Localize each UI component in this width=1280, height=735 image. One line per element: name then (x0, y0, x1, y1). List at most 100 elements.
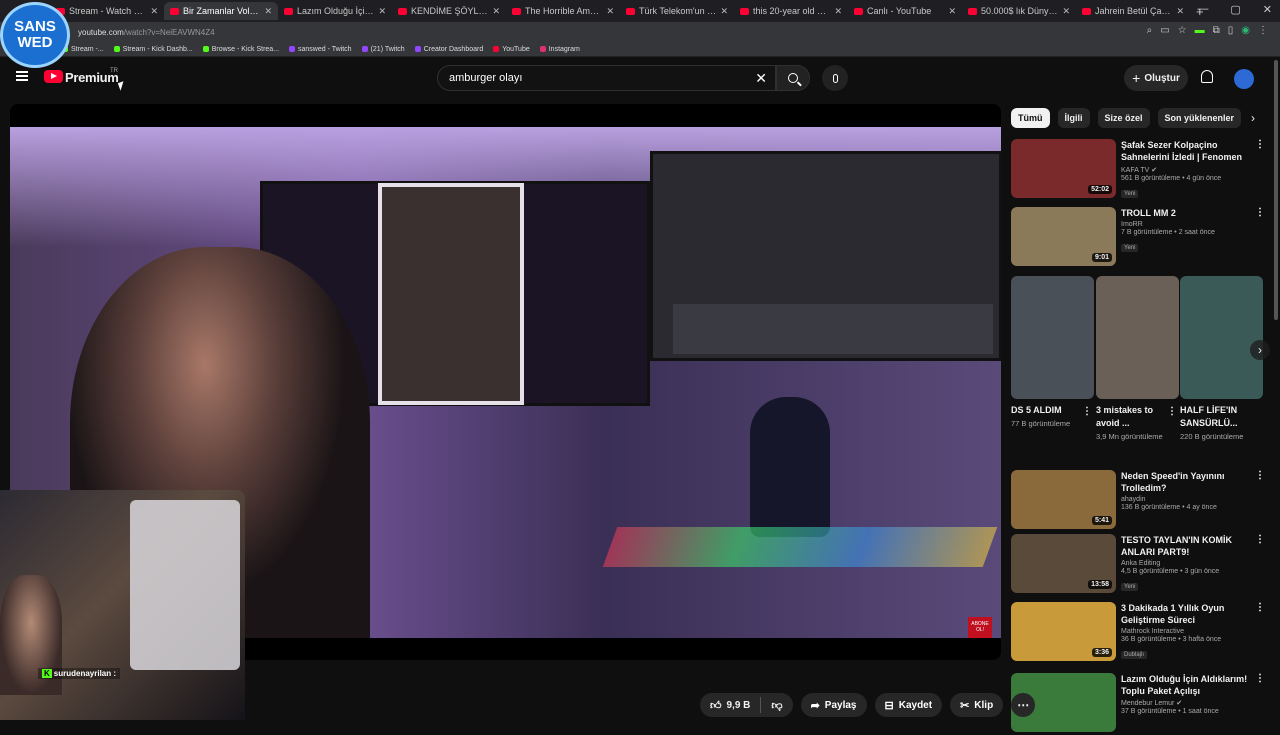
video-title[interactable]: TESTO TAYLAN'IN KOMİK ANLARI PART9! (1121, 534, 1251, 558)
chip-recent[interactable]: Son yüklenenler (1157, 108, 1242, 128)
video-title[interactable]: 3 Dakikada 1 Yıllık Oyun Geliştirme Süre… (1121, 602, 1251, 626)
close-tab-icon[interactable]: ✕ (1176, 6, 1184, 17)
channel-name-row[interactable]: Mendebur Lemur ✔ (1121, 699, 1251, 707)
short-title[interactable]: 3 mistakes to avoid ... (1096, 404, 1164, 430)
browser-menu-icon[interactable]: ⋮ (1258, 25, 1268, 36)
extensions-puzzle-icon[interactable]: ⧉ (1213, 25, 1220, 36)
video-thumbnail[interactable]: 5:41 (1011, 470, 1116, 529)
subscribe-overlay-badge[interactable]: ABONE OL! (968, 617, 992, 638)
profile-icon[interactable]: ◉ (1241, 25, 1250, 36)
url-text[interactable]: youtube.com/watch?v=NeiEAVWN4Z4 (78, 28, 215, 37)
recommendation-item[interactable]: 5:41 Neden Speed'in Yayınını Trolledim? … (1011, 470, 1271, 532)
more-vertical-icon[interactable]: ⋮ (1082, 406, 1092, 417)
browser-tab[interactable]: this 20-year old GPU is so fun✕ (734, 2, 848, 20)
short-title[interactable]: HALF LİFE'IN SANSÜRLÜ... (1180, 404, 1248, 430)
chip-all[interactable]: Tümü (1011, 108, 1050, 128)
bookmark-item[interactable]: Instagram (539, 46, 580, 53)
page-scrollbar[interactable] (1274, 60, 1278, 320)
bookmark-item[interactable]: (21) Twitch (361, 46, 405, 53)
close-tab-icon[interactable]: ✕ (720, 6, 728, 17)
account-avatar[interactable] (1234, 69, 1254, 89)
search-input[interactable]: amburger olayı ✕ (437, 65, 776, 91)
create-button[interactable]: + Oluştur (1124, 65, 1188, 91)
close-tab-icon[interactable]: ✕ (492, 6, 500, 17)
address-bar[interactable]: youtube.com/watch?v=NeiEAVWN4Z4 ⌕ ▭ ☆ ▬ … (0, 22, 1280, 42)
more-vertical-icon[interactable]: ⋮ (1167, 406, 1177, 417)
chip-for-you[interactable]: Size özel (1097, 108, 1150, 128)
browser-tab-active[interactable]: Bir Zamanlar Voller / MUA - Y ✕ (164, 2, 278, 20)
youtube-logo-icon[interactable] (44, 70, 63, 83)
search-button[interactable] (776, 65, 810, 91)
close-tab-icon[interactable]: ✕ (834, 6, 842, 17)
video-title[interactable]: Şafak Sezer Kolpaçino Sahnelerini İzledi… (1121, 139, 1251, 164)
notifications-bell-icon[interactable] (1201, 70, 1213, 83)
more-vertical-icon[interactable]: ⋮ (1255, 470, 1265, 481)
shorts-next-button[interactable]: › (1250, 340, 1270, 360)
more-vertical-icon[interactable]: ⋮ (1255, 207, 1265, 218)
browser-tab[interactable]: 50.000$ lık Dünyanın her yeri✕ (962, 2, 1076, 20)
video-thumbnail[interactable]: 9:01 (1011, 207, 1116, 266)
maximize-icon[interactable]: ▢ (1230, 3, 1240, 16)
recommendation-item[interactable]: 3:36 3 Dakikada 1 Yıllık Oyun Geliştirme… (1011, 602, 1271, 664)
bookmark-item[interactable]: sanswed - Twitch (289, 46, 352, 53)
clip-button[interactable]: ✂ Klip (950, 693, 1004, 717)
channel-name[interactable]: ImoRR (1121, 221, 1251, 228)
more-actions-button[interactable]: ⋯ (1011, 693, 1036, 717)
save-button[interactable]: ⊟ Kaydet (874, 693, 943, 717)
recommendation-item[interactable]: 52:02 Şafak Sezer Kolpaçino Sahnelerini … (1011, 139, 1271, 201)
browser-tab[interactable]: The Horrible Ammo of Rocks✕ (506, 2, 620, 20)
bookmark-item[interactable]: YouTube (493, 46, 530, 53)
channel-name[interactable]: ahaydin (1121, 496, 1251, 503)
bookmark-item[interactable]: Stream -... (62, 46, 104, 53)
close-tab-icon[interactable]: ✕ (264, 6, 272, 17)
split-view-icon[interactable]: ▯ (1228, 25, 1234, 36)
dislike-button[interactable]: 👎︎ (761, 693, 792, 717)
minimize-icon[interactable]: — (1197, 3, 1208, 16)
channel-name[interactable]: Mathrock Interactive (1121, 628, 1251, 635)
browser-tab[interactable]: Lazım Olduğu İçin Aldıklarım! ✕ (278, 2, 392, 20)
short-thumbnail[interactable] (1011, 276, 1094, 399)
chip-related[interactable]: İlgili (1057, 108, 1090, 128)
close-tab-icon[interactable]: ✕ (150, 6, 158, 17)
close-tab-icon[interactable]: ✕ (606, 6, 614, 17)
share-button[interactable]: ➦ Paylaş (800, 693, 867, 717)
channel-name[interactable]: Anka Editing (1121, 560, 1251, 567)
extension-icon[interactable]: ▬ (1195, 25, 1205, 36)
cast-icon[interactable]: ▭ (1160, 25, 1169, 36)
video-title[interactable]: TROLL MM 2 (1121, 207, 1251, 219)
bookmark-star-icon[interactable]: ☆ (1178, 25, 1187, 36)
more-vertical-icon[interactable]: ⋮ (1255, 139, 1265, 150)
bookmark-item[interactable]: Creator Dashboard (414, 46, 483, 53)
like-button[interactable]: 👍︎ 9,9 B (700, 693, 760, 717)
browser-tab[interactable]: KENDİME ŞÖYLE BİR ŞEY ALD ✕ (392, 2, 506, 20)
short-item[interactable]: 3 mistakes to avoid ... 3,9 Mn görüntüle… (1096, 276, 1179, 461)
recommendation-item[interactable]: 13:58 TESTO TAYLAN'IN KOMİK ANLARI PART9… (1011, 534, 1271, 596)
video-thumbnail[interactable]: 52:02 (1011, 139, 1116, 198)
bookmark-item[interactable]: Browse - Kick Strea... (202, 46, 279, 53)
video-title[interactable]: Neden Speed'in Yayınını Trolledim? (1121, 470, 1251, 494)
more-vertical-icon[interactable]: ⋮ (1255, 673, 1265, 684)
short-title[interactable]: DS 5 ALDIM (1011, 404, 1079, 417)
recommendation-item[interactable]: 9:01 TROLL MM 2 ImoRR 7 B görüntüleme • … (1011, 207, 1271, 269)
close-tab-icon[interactable]: ✕ (378, 6, 386, 17)
close-tab-icon[interactable]: ✕ (948, 6, 956, 17)
close-tab-icon[interactable]: ✕ (1062, 6, 1070, 17)
short-thumbnail[interactable] (1180, 276, 1263, 399)
browser-tab[interactable]: Türk Telekom'un Modemini H ✕ (620, 2, 734, 20)
more-vertical-icon[interactable]: ⋮ (1255, 602, 1265, 613)
browser-tab[interactable]: Stream - Watch Live ✕ (50, 2, 164, 20)
video-thumbnail[interactable]: 13:58 (1011, 534, 1116, 593)
short-thumbnail[interactable] (1096, 276, 1179, 399)
video-thumbnail[interactable]: 3:36 (1011, 602, 1116, 661)
recommendation-item[interactable]: Lazım Olduğu İçin Aldıklarım! Toplu Pake… (1011, 673, 1271, 735)
hamburger-menu-icon[interactable] (16, 71, 28, 81)
zoom-icon[interactable]: ⌕ (1147, 25, 1153, 36)
browser-tab[interactable]: Jahrein Betül Çakmak Alper R ✕ (1076, 2, 1190, 20)
browser-tab[interactable]: Canlı - YouTube ✕ (848, 2, 962, 20)
close-window-icon[interactable]: ✕ (1263, 3, 1272, 16)
bookmark-item[interactable]: Stream - Kick Dashb... (113, 46, 193, 53)
voice-search-button[interactable] (822, 65, 848, 91)
short-item[interactable]: DS 5 ALDIM 77 B görüntüleme ⋮ (1011, 276, 1094, 461)
more-vertical-icon[interactable]: ⋮ (1255, 534, 1265, 545)
chevron-right-icon[interactable]: › (1251, 111, 1255, 125)
